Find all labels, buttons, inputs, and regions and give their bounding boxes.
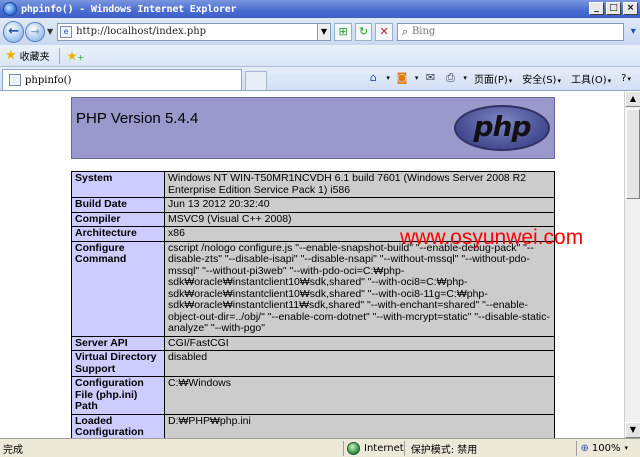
search-input[interactable] [411, 26, 612, 37]
window-controls: _ □ × [589, 2, 638, 15]
scroll-thumb[interactable] [626, 109, 640, 199]
home-icon[interactable]: ⌂ [365, 70, 381, 86]
close-button[interactable]: × [623, 2, 638, 15]
page-content: PHP Version 5.4.4 php System Windows NT W… [0, 91, 624, 438]
address-dropdown[interactable]: ▼ [317, 22, 332, 41]
read-mail-icon[interactable]: ✉ [422, 70, 438, 86]
minimize-button[interactable]: _ [589, 2, 604, 15]
compatibility-view-button[interactable]: ⊞ [334, 22, 352, 41]
maximize-button[interactable]: □ [606, 2, 621, 15]
protected-mode-label: 保护模式: 禁用 [410, 444, 478, 456]
scroll-down-arrow-icon[interactable]: ▼ [625, 422, 640, 438]
command-bar: ⌂ ▾ ◙ ▾ ✉ ⎙ ▾ 页面(P)▾ 安全(S)▾ 工具(O)▾ ?▾ [365, 70, 634, 86]
back-arrow-icon: ← [8, 24, 20, 39]
tab-label: phpinfo() [25, 74, 72, 86]
table-row: System Windows NT WIN-T50MR1NCVDH 6.1 bui… [71, 171, 555, 198]
stop-button[interactable]: ✕ [375, 22, 393, 41]
chevron-down-icon: ▾ [627, 74, 631, 83]
print-dropdown[interactable]: ▾ [463, 74, 467, 82]
row-value: Jun 13 2012 20:32:40 [164, 197, 555, 213]
forward-button[interactable]: → [25, 21, 45, 42]
php-logo[interactable]: php [454, 105, 550, 151]
search-icon: ⌕ [401, 24, 409, 38]
zoom-control[interactable]: ⊕ 100% ▾ [575, 440, 628, 456]
globe-icon [347, 441, 360, 455]
php-info-table: System Windows NT WIN-T50MR1NCVDH 6.1 bui… [71, 171, 555, 438]
row-key: Configure Command [71, 240, 165, 337]
zoom-level: 100% [591, 442, 621, 454]
table-row: Virtual Directory Support disabled [71, 350, 555, 377]
url-input[interactable] [76, 26, 307, 37]
status-bar: 完成 Internet 保护模式: 禁用 ⊕ 100% ▾ [0, 438, 640, 457]
title-bar: phpinfo() - Windows Internet Explorer _ … [0, 0, 640, 18]
chevron-down-icon: ▾ [607, 76, 612, 85]
chevron-down-icon: ▾ [624, 444, 628, 452]
row-key: Build Date [71, 197, 165, 213]
favorites-button[interactable]: 收藏夹 [20, 48, 50, 63]
row-value: disabled [164, 350, 555, 377]
address-bar: e [57, 22, 318, 41]
row-key: Configuration File (php.ini) Path [71, 376, 165, 415]
status-text: 完成 [3, 444, 23, 456]
table-row: Build Date Jun 13 2012 20:32:40 [71, 197, 555, 213]
table-row: Configure Command cscript /nologo configu… [71, 240, 555, 337]
tab-row: phpinfo() ⌂ ▾ ◙ ▾ ✉ ⎙ ▾ 页面(P)▾ 安全(S)▾ 工具… [0, 67, 640, 91]
page-menu[interactable]: 页面(P)▾ [471, 71, 515, 86]
compat-icon: ⊞ [338, 24, 348, 38]
table-row: Configuration File (php.ini) Path C:₩Wind… [71, 376, 555, 415]
recent-pages-dropdown[interactable]: ▼ [47, 27, 53, 36]
row-value: Windows NT WIN-T50MR1NCVDH 6.1 build 760… [164, 171, 555, 198]
row-value: MSVC9 (Visual C++ 2008) [164, 211, 555, 227]
feeds-dropdown[interactable]: ▾ [415, 74, 419, 82]
php-version-title: PHP Version 5.4.4 [76, 110, 199, 127]
feeds-icon[interactable]: ◙ [394, 70, 410, 86]
search-box: ⌕ [396, 22, 625, 41]
page-icon: e [60, 25, 73, 38]
row-value: C:₩Windows [164, 376, 555, 415]
refresh-icon: ↻ [359, 24, 369, 38]
protected-mode-status[interactable]: 保护模式: 禁用 [403, 440, 478, 456]
ie-logo-icon [3, 2, 17, 16]
row-key: Architecture [71, 226, 165, 242]
add-to-favorites-bar-icon[interactable]: ★+ [67, 49, 84, 63]
print-icon[interactable]: ⎙ [442, 70, 458, 86]
help-menu[interactable]: ?▾ [618, 73, 634, 84]
safety-menu[interactable]: 安全(S)▾ [519, 71, 564, 86]
chevron-down-icon: ▾ [557, 76, 561, 85]
search-go-button[interactable]: ▾ [626, 25, 640, 39]
stop-icon: ✕ [379, 24, 389, 38]
chevron-down-icon: ▾ [508, 76, 513, 85]
watermark: www.osyunwei.com [400, 226, 584, 249]
tab-page-icon [9, 74, 21, 86]
row-value: CGI/FastCGI [164, 335, 555, 351]
favorites-bar: ★ 收藏夹 ★+ [0, 45, 640, 67]
address-toolbar: ← → ▼ e ▼ ⊞ ↻ ✕ ⌕ ▾ [0, 18, 640, 45]
new-tab-button[interactable] [245, 71, 267, 90]
row-key: System [71, 171, 165, 198]
tab-phpinfo[interactable]: phpinfo() [2, 69, 242, 90]
row-key: Compiler [71, 211, 165, 227]
row-key: Server API [71, 335, 165, 351]
zoom-icon: ⊕ [580, 442, 589, 454]
row-key: Virtual Directory Support [71, 350, 165, 377]
forward-arrow-icon: → [30, 25, 40, 38]
row-value: cscript /nologo configure.js "--enable-s… [164, 240, 555, 337]
vertical-scrollbar[interactable]: ▲ ▼ [624, 91, 640, 438]
table-row: Compiler MSVC9 (Visual C++ 2008) [71, 211, 555, 227]
table-row: Server API CGI/FastCGI [71, 335, 555, 351]
window-title: phpinfo() - Windows Internet Explorer [21, 3, 237, 15]
table-row: Loaded Configuration FileD:₩PHP₩php.ini [71, 413, 555, 438]
row-key: Loaded Configuration File [71, 413, 165, 438]
zone-label: Internet [364, 442, 404, 454]
favorites-separator [58, 47, 60, 64]
favorites-star-icon[interactable]: ★ [5, 48, 17, 63]
security-zone[interactable]: Internet [343, 440, 404, 456]
home-dropdown[interactable]: ▾ [386, 74, 390, 82]
row-value: D:₩PHP₩php.ini [164, 413, 555, 438]
tools-menu[interactable]: 工具(O)▾ [568, 71, 614, 86]
php-header: PHP Version 5.4.4 php [71, 97, 555, 159]
scroll-up-arrow-icon[interactable]: ▲ [625, 91, 640, 107]
back-button[interactable]: ← [3, 20, 25, 43]
refresh-button[interactable]: ↻ [354, 22, 373, 41]
